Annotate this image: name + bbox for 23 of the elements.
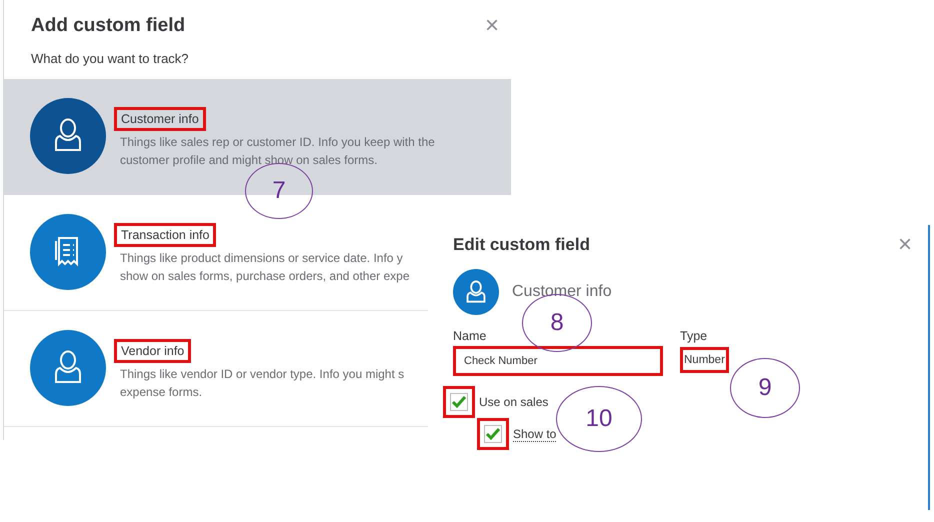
type-value: Number: [680, 347, 729, 373]
option-title: Transaction info: [114, 223, 216, 247]
callout-number: 9: [730, 358, 800, 418]
person-icon: [30, 98, 106, 174]
name-field[interactable]: Check Number: [453, 346, 663, 376]
option-description: Things like sales rep or customer ID. Info you keep with the: [120, 134, 435, 151]
person-icon: [30, 330, 106, 406]
person-icon: [453, 269, 499, 315]
checkbox-label: Show to: [513, 426, 556, 442]
option-description: expense forms.: [120, 384, 202, 401]
option-description: show on sales forms, purchase orders, and other expe: [120, 268, 410, 285]
option-title: Vendor info: [114, 339, 192, 363]
option-title: Customer info: [114, 107, 206, 131]
option-description: Things like product dimensions or service date. Info y: [120, 250, 403, 267]
field-label: Type: [680, 329, 708, 343]
checkbox[interactable]: [484, 425, 502, 443]
prompt-text: What do you want to track?: [30, 50, 190, 68]
callout-number: 10: [556, 386, 642, 452]
dialog-title: Add custom field: [31, 15, 186, 37]
option-description: Things like vendor ID or vendor type. Info you might s: [120, 366, 404, 383]
field-label: Name: [453, 329, 486, 343]
receipt-icon: [30, 214, 106, 290]
checkbox[interactable]: [450, 393, 468, 411]
